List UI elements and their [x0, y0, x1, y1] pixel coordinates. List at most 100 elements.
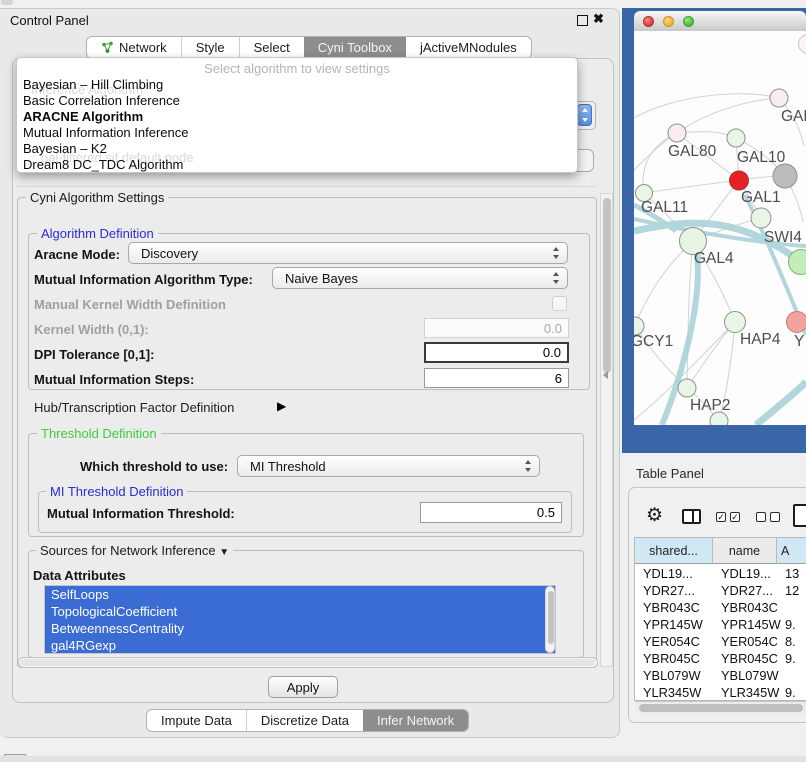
cell: YBL079W: [713, 667, 777, 684]
algorithm-dropdown-popup: Inference Algorithm gal-filtered sif def…: [16, 57, 578, 173]
apply-button-label: Apply: [287, 680, 320, 695]
settings-gear-icon[interactable]: ⚙: [646, 506, 663, 525]
node-hap4[interactable]: [725, 312, 746, 333]
settings-scrollbar-thumb[interactable]: [603, 198, 611, 373]
mi-threshold-field[interactable]: [420, 502, 562, 523]
network-window-titlebar[interactable]: [634, 11, 806, 32]
list-item-selected[interactable]: SelfLoops: [45, 586, 555, 603]
checked-checkbox-icon[interactable]: ✓: [730, 512, 740, 522]
close-icon[interactable]: ✖: [593, 11, 604, 27]
collapsed-arrow-icon[interactable]: ▶: [277, 399, 286, 413]
tab-jactivemnodules[interactable]: jActiveMNodules: [406, 37, 531, 58]
column-header-name[interactable]: name: [713, 538, 777, 564]
mi-threshold-definition-title: MI Threshold Definition: [46, 484, 187, 499]
document-icon[interactable]: [793, 504, 806, 527]
cell: YER054C: [635, 633, 713, 650]
table-row[interactable]: YBL079W YBL079W: [635, 667, 806, 684]
node-gal10[interactable]: [727, 129, 745, 147]
sources-title[interactable]: Sources for Network Inference ▼: [36, 543, 233, 558]
node-gal80[interactable]: [668, 124, 686, 142]
node-gal-partial[interactable]: [770, 89, 788, 107]
table-row[interactable]: YLR345W YLR345W 9.: [635, 684, 806, 701]
apply-button[interactable]: Apply: [268, 676, 338, 698]
table-panel-title: Table Panel: [636, 466, 704, 481]
tab-cyni-toolbox[interactable]: Cyni Toolbox: [304, 37, 406, 58]
table-row[interactable]: YER054C YER054C 8.: [635, 633, 806, 650]
node-hap2[interactable]: [678, 379, 696, 397]
dropdown-item[interactable]: Bayesian – Hill Climbing: [23, 77, 163, 93]
manual-kernel-checkbox[interactable]: [552, 296, 567, 311]
kernel-width-field[interactable]: [424, 318, 569, 338]
minimize-traffic-light-icon[interactable]: [663, 16, 674, 27]
threshold-definition-title: Threshold Definition: [37, 426, 161, 441]
dpi-tolerance-field[interactable]: [424, 342, 569, 363]
maximize-traffic-light-icon[interactable]: [683, 16, 694, 27]
list-scrollbar-thumb[interactable]: [548, 591, 554, 644]
table-row[interactable]: YBR045C YBR045C 9.: [635, 650, 806, 667]
mi-steps-field[interactable]: [424, 368, 569, 388]
panel-resize-handle[interactable]: [603, 371, 608, 379]
tab-infer-network[interactable]: Infer Network: [363, 710, 468, 731]
settings-scrollbar[interactable]: [600, 193, 613, 667]
dropdown-item[interactable]: Basic Correlation Inference: [23, 93, 180, 109]
column-header-partial[interactable]: A: [777, 538, 806, 564]
control-panel-tabbar: Network Style Select Cyni Toolbox jActiv…: [86, 36, 532, 59]
dropdown-item[interactable]: Dream8 DC_TDC Algorithm: [23, 157, 183, 173]
which-threshold-combo[interactable]: MI Threshold: [237, 455, 540, 477]
kernel-width-label: Kernel Width (0,1):: [34, 322, 149, 337]
hidden-panel-edge: [16, 186, 596, 187]
unchecked-checkbox-icon[interactable]: [770, 512, 780, 522]
table-row[interactable]: YPR145W YPR145W 9.: [635, 616, 806, 633]
cell: YBR045C: [713, 650, 777, 667]
algorithm-definition-title: Algorithm Definition: [37, 226, 158, 241]
table-row[interactable]: YDL19... YDL19... 13: [635, 565, 806, 582]
tab-select-label: Select: [254, 40, 290, 55]
mi-type-value: Naive Bayes: [285, 271, 358, 286]
aracne-mode-combo[interactable]: Discovery: [128, 242, 568, 264]
cell: YER054C: [713, 633, 777, 650]
list-item-selected[interactable]: BetweennessCentrality: [45, 620, 555, 637]
network-canvas[interactable]: GAL GAL80 GAL10 GAL1 GAL11 SWI4 GAL4 GCY…: [634, 31, 806, 425]
column-header-shared-name[interactable]: shared...: [635, 538, 713, 564]
tab-discretize-data[interactable]: Discretize Data: [246, 710, 363, 731]
settings-hscrollbar-thumb[interactable]: [21, 659, 595, 666]
node-swi4[interactable]: [751, 208, 771, 228]
manual-kernel-label: Manual Kernel Width Definition: [34, 297, 226, 312]
tab-impute-data[interactable]: Impute Data: [147, 710, 246, 731]
table-row[interactable]: YBR043C YBR043C: [635, 599, 806, 616]
list-item-selected[interactable]: gal4RGexp: [45, 637, 555, 654]
dropdown-item[interactable]: Mutual Information Inference: [23, 125, 188, 141]
checked-checkbox-icon[interactable]: ✓: [716, 512, 726, 522]
table-hscrollbar[interactable]: [635, 701, 806, 714]
float-window-icon[interactable]: [577, 15, 588, 26]
table-hscrollbar-thumb[interactable]: [639, 704, 803, 712]
tab-style[interactable]: Style: [181, 37, 239, 58]
node-gray[interactable]: [773, 164, 797, 188]
dropdown-item-selected[interactable]: ARACNE Algorithm: [23, 109, 143, 125]
tab-select[interactable]: Select: [239, 37, 304, 58]
node-label: GAL: [781, 108, 806, 125]
node-partial-top[interactable]: [799, 35, 806, 54]
unchecked-checkbox-icon[interactable]: [756, 512, 766, 522]
network-icon: [101, 41, 114, 54]
node-table: shared... name A YDL19... YDL19... 13 YD…: [634, 537, 806, 701]
cell: YBR043C: [713, 599, 777, 616]
list-item-selected[interactable]: TopologicalCoefficient: [45, 603, 555, 620]
expand-triangle-icon[interactable]: ▼: [219, 547, 229, 558]
tab-discretize-data-label: Discretize Data: [261, 713, 349, 728]
tab-network[interactable]: Network: [87, 37, 181, 58]
mi-type-combo[interactable]: Naive Bayes: [272, 267, 568, 289]
node-salmon[interactable]: [787, 312, 806, 333]
node-gal1-selected[interactable]: [730, 171, 749, 190]
hub-section-label[interactable]: Hub/Transcription Factor Definition: [34, 400, 234, 415]
cell: YDR27...: [713, 582, 777, 599]
close-traffic-light-icon[interactable]: [643, 16, 654, 27]
data-attributes-list: SelfLoops TopologicalCoefficient Between…: [44, 585, 556, 654]
list-scrollbar[interactable]: [545, 586, 555, 653]
table-row[interactable]: YDR27... YDR27... 12: [635, 582, 806, 599]
dropdown-item[interactable]: Bayesian – K2: [23, 141, 107, 157]
settings-hscrollbar[interactable]: [18, 657, 598, 668]
dropdown-placeholder: Select algorithm to view settings: [17, 61, 577, 76]
cell: 9.: [777, 650, 796, 667]
split-columns-icon[interactable]: [682, 509, 701, 524]
